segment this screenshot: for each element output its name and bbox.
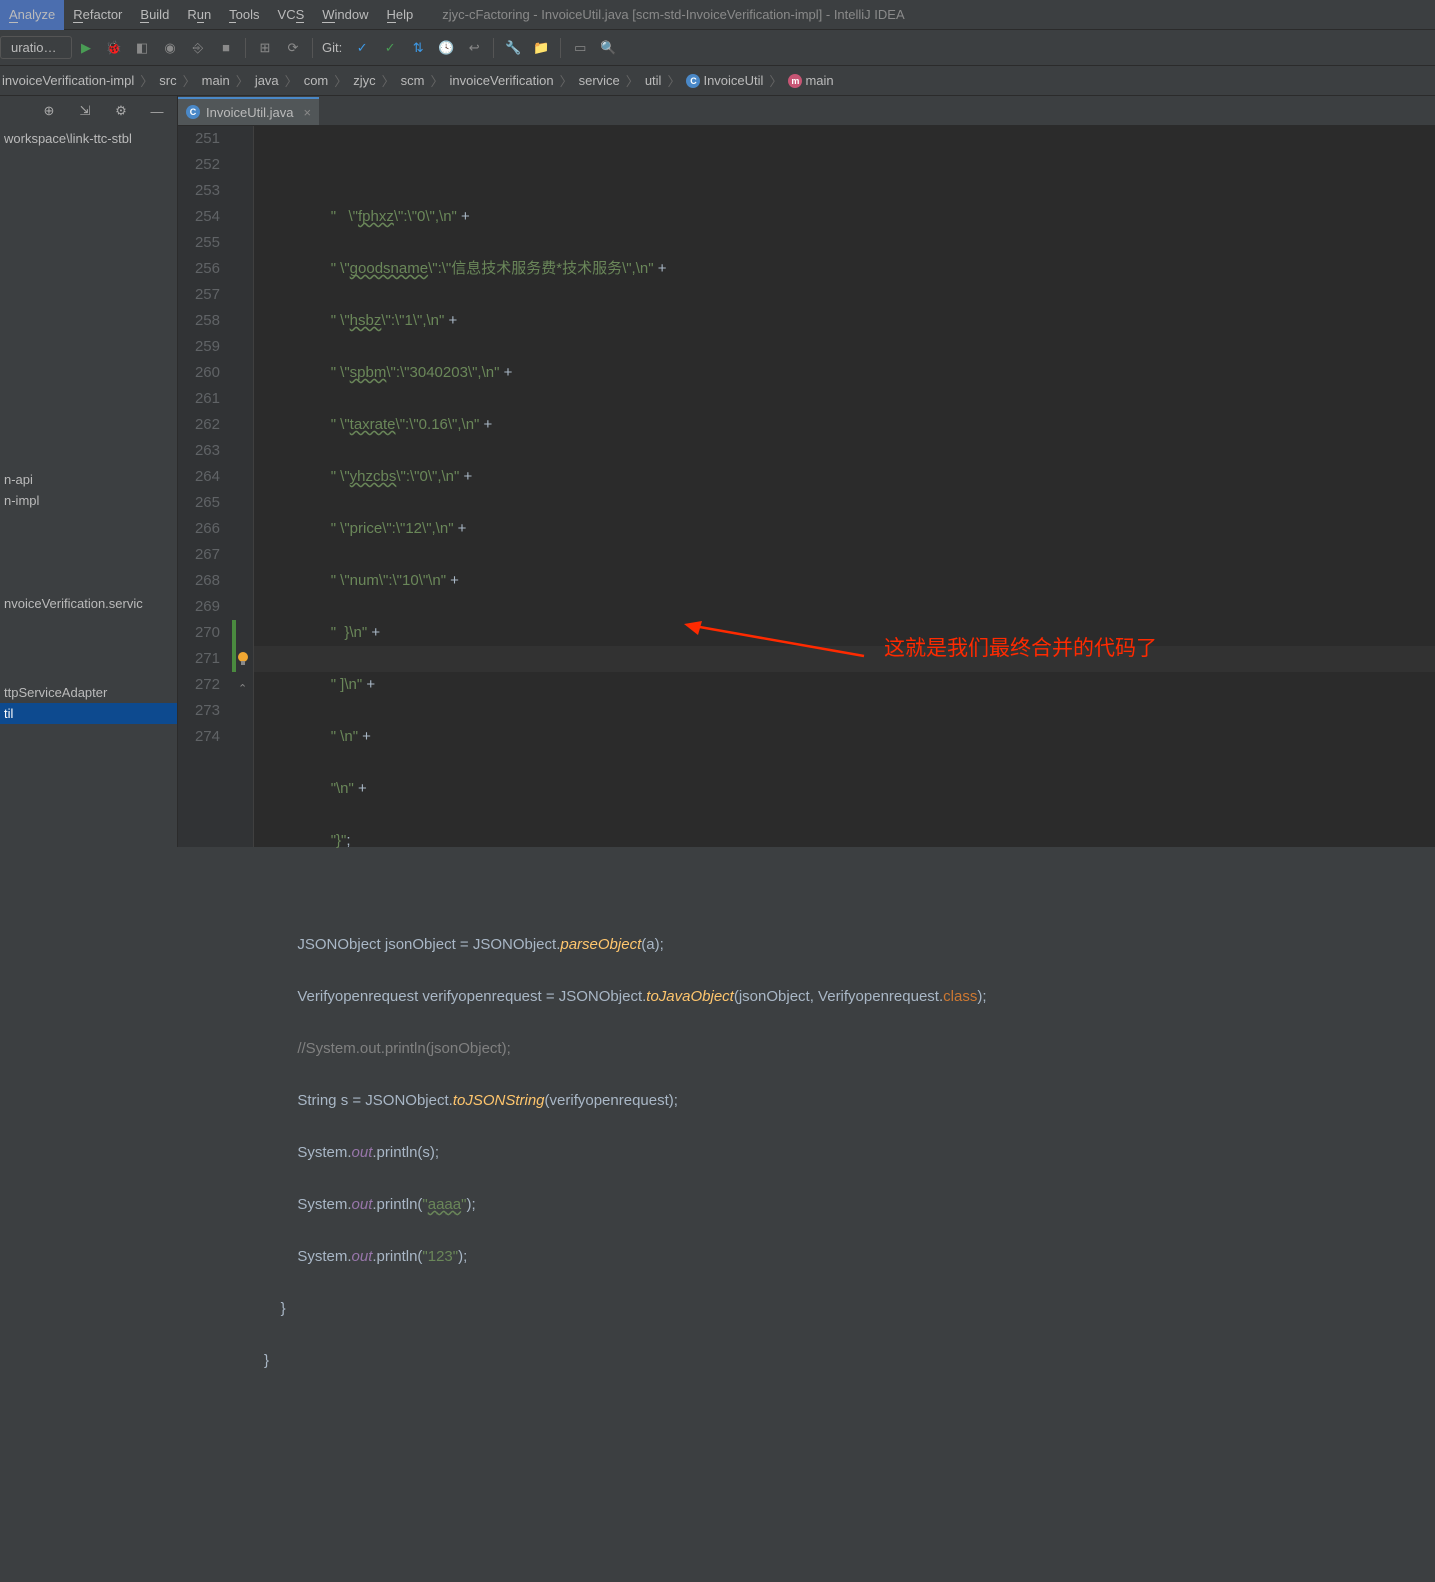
line-number: 266: [178, 516, 220, 542]
window-title: zjyc-cFactoring - InvoiceUtil.java [scm-…: [442, 7, 904, 22]
git-history-icon[interactable]: 🕓: [435, 37, 457, 59]
profile-icon[interactable]: ◉: [159, 37, 181, 59]
hide-icon[interactable]: —: [146, 100, 168, 122]
settings-icon[interactable]: 🔧: [502, 37, 524, 59]
crumb-zjyc[interactable]: zjyc: [351, 73, 377, 88]
git-update-icon[interactable]: ✓: [351, 37, 373, 59]
line-number: 258: [178, 308, 220, 334]
menu-run[interactable]: Run: [178, 0, 220, 30]
git-compare-icon[interactable]: ⇅: [407, 37, 429, 59]
main-toolbar: uration... ▶ 🐞 ◧ ◉ ⎆ ■ ⊞ ⟳ Git: ✓ ✓ ⇅ 🕓 …: [0, 30, 1435, 66]
locate-icon[interactable]: ⊕: [38, 100, 60, 122]
line-number: 268: [178, 568, 220, 594]
separator: [493, 38, 494, 58]
crumb-scm[interactable]: scm: [399, 73, 427, 88]
method-icon: m: [788, 74, 802, 88]
crumb-module[interactable]: invoiceVerification-impl: [0, 73, 136, 88]
breadcrumb: invoiceVerification-impl〉 src〉 main〉 jav…: [0, 66, 1435, 96]
code-editor[interactable]: 2512522532542552562572582592602612622632…: [178, 126, 1435, 847]
editor-tabs: C InvoiceUtil.java ×: [178, 96, 1435, 126]
close-icon[interactable]: ×: [303, 105, 311, 120]
line-number: 257: [178, 282, 220, 308]
line-number: 252: [178, 152, 220, 178]
attach-icon[interactable]: ⎆: [187, 37, 209, 59]
line-number: 264: [178, 464, 220, 490]
line-number: 273: [178, 698, 220, 724]
crumb-main[interactable]: main: [200, 73, 232, 88]
collapse-icon[interactable]: ⇲: [74, 100, 96, 122]
toolbar-icon[interactable]: ⟳: [282, 37, 304, 59]
git-label: Git:: [322, 40, 342, 55]
line-number: 253: [178, 178, 220, 204]
git-rollback-icon[interactable]: ↩: [463, 37, 485, 59]
line-number: 272: [178, 672, 220, 698]
run-icon[interactable]: ▶: [75, 37, 97, 59]
menu-help[interactable]: Help: [378, 0, 423, 30]
git-commit-icon[interactable]: ✓: [379, 37, 401, 59]
crumb-service[interactable]: service: [577, 73, 622, 88]
line-number: 263: [178, 438, 220, 464]
fold-marker-icon[interactable]: ⌃: [238, 676, 247, 702]
line-number: 260: [178, 360, 220, 386]
crumb-method[interactable]: mmain: [786, 73, 835, 89]
project-toolbar: ⊕ ⇲ ⚙ —: [0, 96, 177, 126]
search-icon[interactable]: 🔍: [597, 37, 619, 59]
tab-invoiceutil[interactable]: C InvoiceUtil.java ×: [178, 97, 319, 125]
menu-vcs[interactable]: VCS: [269, 0, 314, 30]
coverage-icon[interactable]: ◧: [131, 37, 153, 59]
line-number: 267: [178, 542, 220, 568]
gutter-marks: ⌃: [232, 126, 254, 847]
menu-analyze[interactable]: AAnalyzenalyze: [0, 0, 64, 30]
crumb-src[interactable]: src: [157, 73, 178, 88]
tree-item[interactable]: n-api: [0, 469, 177, 490]
tree-item[interactable]: nvoiceVerification.servic: [0, 593, 177, 614]
toolbar-icon[interactable]: ▭: [569, 37, 591, 59]
line-number-gutter: 2512522532542552562572582592602612622632…: [178, 126, 232, 847]
crumb-java[interactable]: java: [253, 73, 281, 88]
tree-item[interactable]: workspace\link-ttc-stbl: [0, 128, 177, 149]
line-number: 251: [178, 126, 220, 152]
line-number: 261: [178, 386, 220, 412]
tree-item[interactable]: n-impl: [0, 490, 177, 511]
crumb-util[interactable]: util: [643, 73, 664, 88]
toolbar-icon[interactable]: ⊞: [254, 37, 276, 59]
project-structure-icon[interactable]: 📁: [530, 37, 552, 59]
line-number: 255: [178, 230, 220, 256]
stop-icon[interactable]: ■: [215, 37, 237, 59]
code-area[interactable]: " \"fphxz\":\"0\",\n" + " \"goodsname\":…: [254, 126, 1435, 847]
line-number: 271: [178, 646, 220, 672]
tree-item-selected[interactable]: til: [0, 703, 177, 724]
java-class-icon: C: [186, 105, 200, 119]
intention-bulb-icon[interactable]: [235, 650, 251, 666]
menu-window[interactable]: Window: [313, 0, 377, 30]
menu-refactor[interactable]: Refactor: [64, 0, 131, 30]
current-line-highlight: [254, 646, 1435, 672]
settings-gear-icon[interactable]: ⚙: [110, 100, 132, 122]
menu-tools[interactable]: Tools: [220, 0, 268, 30]
project-tree[interactable]: workspace\link-ttc-stbl n-api n-impl nvo…: [0, 126, 177, 726]
crumb-class[interactable]: CInvoiceUtil: [684, 73, 765, 89]
crumb-com[interactable]: com: [302, 73, 331, 88]
menu-build[interactable]: Build: [131, 0, 178, 30]
tree-item[interactable]: ttpServiceAdapter: [0, 682, 177, 703]
line-number: 262: [178, 412, 220, 438]
line-number: 274: [178, 724, 220, 750]
class-icon: C: [686, 74, 700, 88]
separator: [560, 38, 561, 58]
tab-label: InvoiceUtil.java: [206, 105, 293, 120]
menu-bar: AAnalyzenalyze Refactor Build Run Tools …: [0, 0, 1435, 30]
separator: [245, 38, 246, 58]
crumb-pkg[interactable]: invoiceVerification: [448, 73, 556, 88]
separator: [312, 38, 313, 58]
line-number: 259: [178, 334, 220, 360]
line-number: 269: [178, 594, 220, 620]
line-number: 270: [178, 620, 220, 646]
debug-icon[interactable]: 🐞: [103, 37, 125, 59]
project-tool-window: ⊕ ⇲ ⚙ — workspace\link-ttc-stbl n-api n-…: [0, 96, 178, 847]
line-number: 256: [178, 256, 220, 282]
line-number: 265: [178, 490, 220, 516]
run-configuration-dropdown[interactable]: uration...: [0, 36, 72, 59]
line-number: 254: [178, 204, 220, 230]
